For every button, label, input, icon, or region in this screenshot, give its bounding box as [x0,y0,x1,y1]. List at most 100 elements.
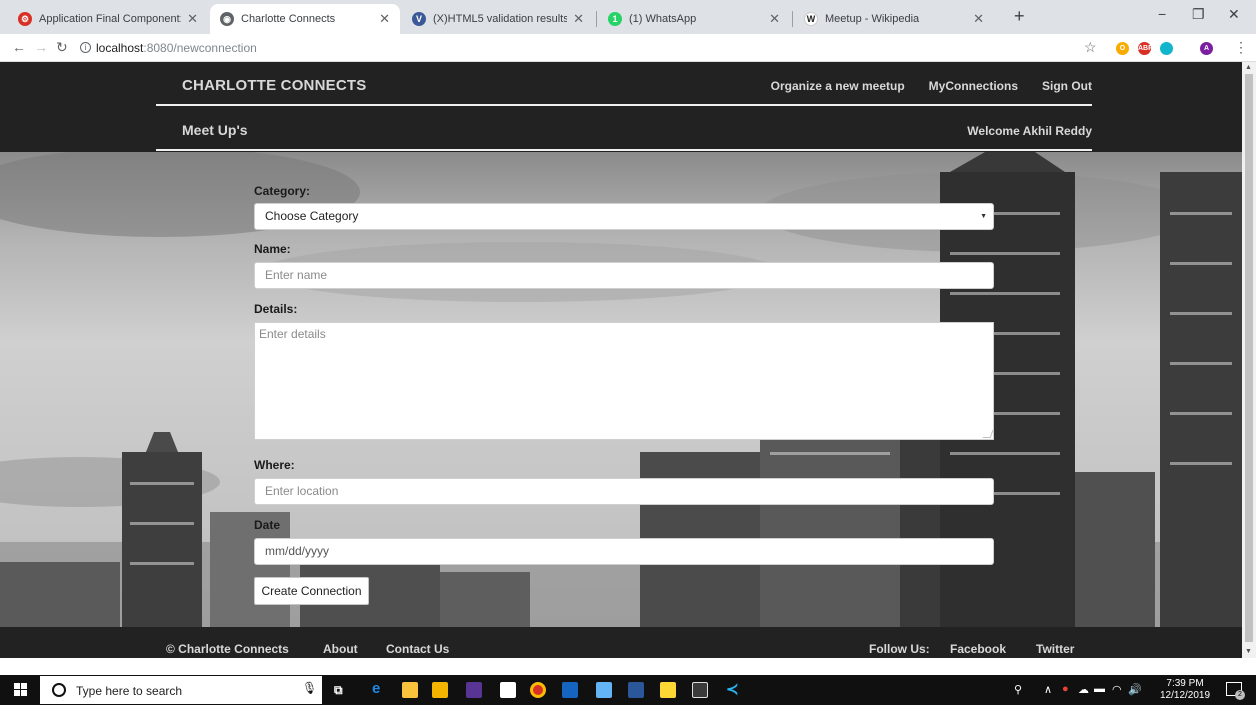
store-icon[interactable] [432,682,448,698]
resize-handle-icon[interactable] [982,430,994,438]
browser-tab-strip: ⚙ Application Final Component: 20 ✕ ◉ Ch… [0,0,1256,34]
nav-sign-out[interactable]: Sign Out [1042,79,1092,93]
battery-icon[interactable]: ▬ [1094,683,1105,695]
edge-browser-icon[interactable]: e [372,680,380,697]
name-input[interactable]: Enter name [254,262,994,289]
adblock-icon[interactable]: ABP [1138,42,1153,55]
word-icon[interactable] [628,682,644,698]
tab-label: Charlotte Connects [241,13,336,25]
minimize-icon[interactable]: − [1158,6,1166,22]
nav-my-connections[interactable]: MyConnections [929,79,1018,93]
close-tab-icon[interactable]: ✕ [187,11,198,27]
profile-avatar-icon[interactable]: A [1200,42,1213,55]
back-arrow-icon[interactable]: ← [12,39,26,55]
new-tab-button[interactable]: + [1014,6,1025,27]
reload-icon[interactable]: ↻ [56,39,68,56]
close-tab-icon[interactable]: ✕ [973,11,984,27]
windows-start-icon[interactable] [14,683,28,697]
browser-menu-icon[interactable]: ⋮ [1234,39,1248,56]
microphone-icon[interactable]: 🎙 [302,681,317,695]
site-header: CHARLOTTE CONNECTS Organize a new meetup… [0,62,1242,152]
photos-app-icon[interactable] [562,682,578,698]
header-divider [156,104,1092,106]
forward-arrow-icon[interactable]: → [34,39,48,55]
globe-favicon-icon: ◉ [220,12,234,26]
action-center-icon[interactable]: 2 [1226,682,1245,700]
tab-label: (X)HTML5 validation results [433,13,568,25]
chrome-icon[interactable] [530,682,546,698]
site-brand[interactable]: CHARLOTTE CONNECTS [182,77,366,94]
clock-time: 7:39 PM [1166,678,1204,689]
visual-studio-icon[interactable] [596,682,612,698]
close-tab-icon[interactable]: ✕ [379,11,390,27]
extension-chat-icon[interactable] [1160,42,1173,55]
volume-icon[interactable]: 🔊 [1128,683,1142,696]
scroll-up-arrow-icon[interactable]: ▲ [1245,64,1252,71]
tab-meetup-wikipedia[interactable]: W Meetup - Wikipedia ✕ [794,4,994,34]
whatsapp-favicon-icon: 1 [608,12,622,26]
name-label: Name: [254,242,291,256]
category-select[interactable]: Choose Category ▼ [254,203,994,230]
wikipedia-favicon-icon: W [804,12,818,26]
location-input[interactable]: Enter location [254,478,994,505]
tray-chevron-icon[interactable]: ∧ [1044,683,1052,696]
scrollbar-thumb[interactable] [1245,74,1253,642]
window-app-icon[interactable] [692,682,708,698]
create-connection-button[interactable]: Create Connection [254,577,369,605]
close-tab-icon[interactable]: ✕ [769,11,780,27]
footer-about-link[interactable]: About [323,642,358,656]
category-label: Category: [254,184,311,198]
bookmark-star-icon[interactable]: ☆ [1084,39,1097,56]
page-bottom-gap [0,658,1256,675]
tab-separator [596,11,597,27]
task-view-icon[interactable]: ⧉ [334,683,343,698]
details-label: Details: [254,302,298,316]
tab-label: (1) WhatsApp [629,13,697,25]
nav-organize-meetup[interactable]: Organize a new meetup [771,79,905,93]
vscode-icon[interactable]: ≺ [726,680,739,698]
footer-follow-label: Follow Us: [869,642,930,656]
sticky-notes-icon[interactable] [660,682,676,698]
close-window-icon[interactable]: ✕ [1228,6,1240,23]
mail-icon[interactable] [500,682,516,698]
extension-o-icon[interactable]: O [1116,42,1129,55]
file-explorer-icon[interactable] [402,682,418,698]
url-host: localhost [96,41,144,55]
page-subtitle: Meet Up's [182,122,248,138]
footer-copyright: © Charlotte Connects [166,642,289,656]
tab-label: Application Final Component: 20 [39,13,182,25]
clock-date: 12/12/2019 [1160,690,1211,701]
site-footer: © Charlotte Connects About Contact Us Fo… [0,627,1242,658]
where-label: Where: [254,458,295,472]
people-icon[interactable]: ⚲ [1014,683,1022,696]
media-app-icon[interactable] [466,682,482,698]
wifi-icon[interactable]: ◠ [1112,683,1122,696]
onedrive-icon[interactable]: ☁ [1078,683,1089,696]
welcome-message: Welcome Akhil Reddy [967,124,1092,138]
page-scrollbar[interactable]: ▲ ▼ [1242,62,1256,658]
maximize-icon[interactable]: ❐ [1192,6,1205,23]
scroll-down-arrow-icon[interactable]: ▼ [1245,648,1252,655]
taskbar-clock[interactable]: 7:39 PM 12/12/2019 [1160,678,1210,702]
taskbar-search-placeholder: Type here to search [76,684,183,698]
site-nav: Organize a new meetup MyConnections Sign… [771,79,1092,93]
address-bar[interactable]: localhost:8080/newconnection [96,38,1096,58]
details-placeholder: Enter details [259,327,326,341]
footer-twitter-link[interactable]: Twitter [1036,642,1074,656]
close-tab-icon[interactable]: ✕ [573,11,584,27]
tab-html5-validation[interactable]: V (X)HTML5 validation results ✕ [402,4,594,34]
cortana-icon [52,683,66,697]
date-label: Date [254,518,281,532]
details-textarea[interactable]: Enter details [254,322,994,440]
browser-toolbar: ← → ↻ i localhost:8080/newconnection ☆ O… [0,34,1256,62]
taskbar-search-box[interactable]: Type here to search [40,676,322,704]
footer-facebook-link[interactable]: Facebook [950,642,1006,656]
tab-application-final-component[interactable]: ⚙ Application Final Component: 20 ✕ [8,4,208,34]
tab-whatsapp[interactable]: 1 (1) WhatsApp ✕ [598,4,790,34]
date-input[interactable]: mm/dd/yyyy [254,538,994,565]
page-viewport: CHARLOTTE CONNECTS Organize a new meetup… [0,62,1242,658]
site-info-icon[interactable]: i [80,42,91,53]
tray-app-icon[interactable]: ● [1062,683,1069,695]
tab-charlotte-connects[interactable]: ◉ Charlotte Connects ✕ [210,4,400,34]
footer-contact-link[interactable]: Contact Us [386,642,449,656]
